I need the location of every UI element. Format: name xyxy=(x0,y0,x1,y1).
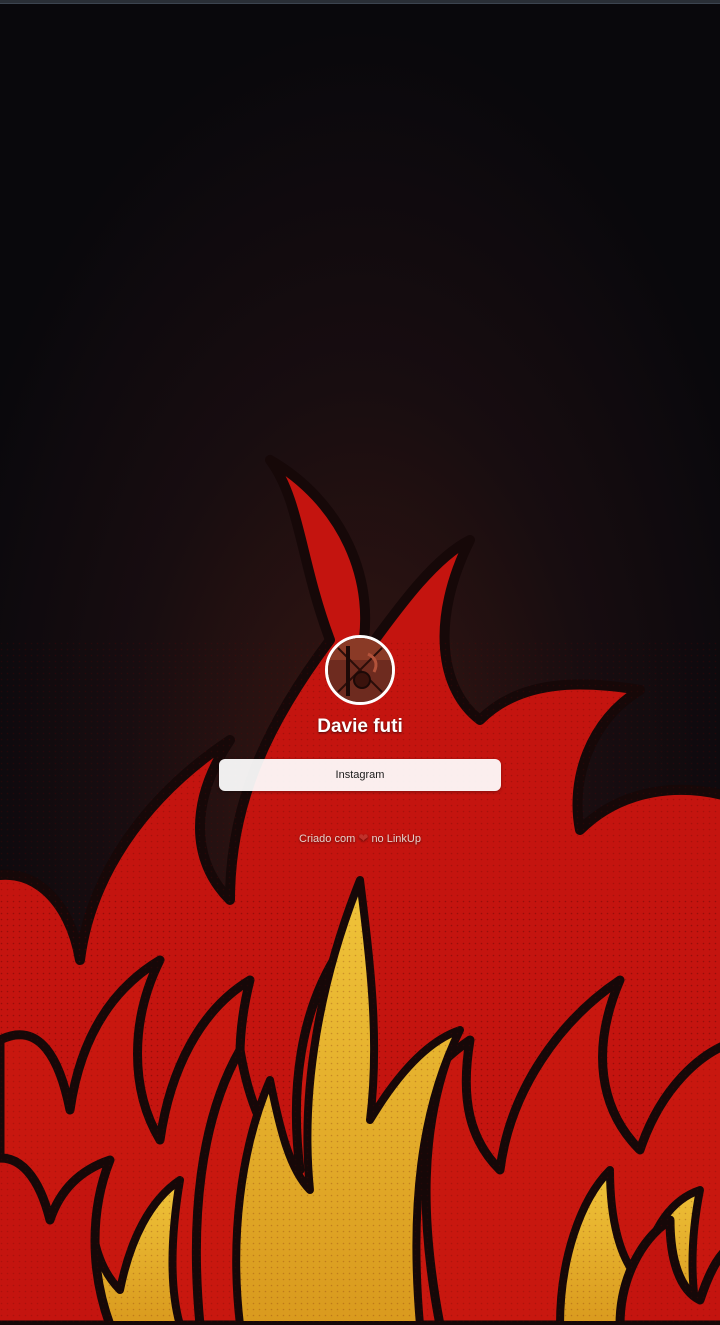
profile-name: Davie futi xyxy=(317,716,403,737)
instagram-link-button[interactable]: Instagram xyxy=(219,759,501,791)
heart-icon: ❤ xyxy=(358,831,369,845)
profile-avatar[interactable] xyxy=(325,635,395,705)
footer-credit: Criado com ❤ no LinkUp xyxy=(0,831,720,845)
browser-top-edge xyxy=(0,0,720,4)
avatar-image xyxy=(328,638,392,702)
page: Davie futi Instagram Criado com ❤ no Lin… xyxy=(0,0,720,1325)
instagram-link-label: Instagram xyxy=(335,769,385,781)
footer-linkup-link[interactable]: no LinkUp xyxy=(371,833,421,845)
footer-prefix: Criado com xyxy=(299,833,356,845)
